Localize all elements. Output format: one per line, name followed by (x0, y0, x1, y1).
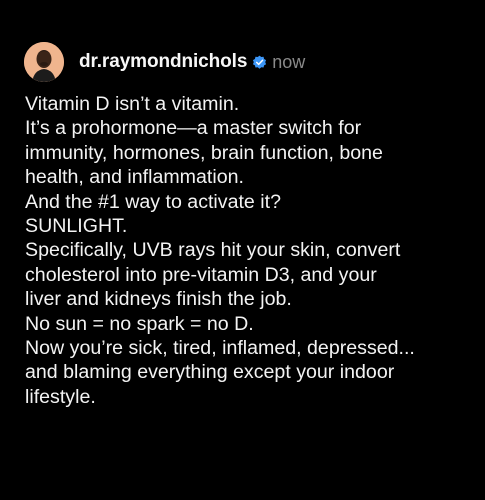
post-header: dr.raymondnichols now (24, 42, 305, 82)
avatar-image (24, 42, 64, 82)
post-card: dr.raymondnichols now Vitamin D isn’t a … (0, 0, 485, 500)
post-body: Vitamin D isn’t a vitamin. It’s a prohor… (25, 92, 470, 409)
post-line: Now you’re sick, tired, inflamed, depres… (25, 337, 415, 360)
post-line: And the #1 way to activate it? (25, 190, 281, 213)
timestamp: now (272, 51, 306, 72)
post-line: No sun = no spark = no D. (25, 312, 254, 335)
post-line: liver and kidneys finish the job. (25, 288, 292, 311)
post-line: Specifically, UVB rays hit your skin, co… (25, 239, 401, 262)
post-line: health, and inflammation. (25, 166, 244, 189)
post-line: Vitamin D isn’t a vitamin. (25, 93, 240, 115)
username[interactable]: dr.raymondnichols (79, 51, 247, 73)
verified-badge-icon (252, 55, 267, 70)
post-line: and blaming everything except your indoo… (25, 361, 395, 384)
post-line: immunity, hormones, brain function, bone (25, 141, 383, 164)
post-line: cholesterol into pre-vitamin D3, and you… (25, 263, 377, 286)
post-line: It’s a prohormone—a master switch for (25, 117, 362, 140)
post-line: lifestyle. (25, 385, 96, 408)
post-line: SUNLIGHT. (25, 215, 128, 238)
avatar[interactable] (24, 42, 64, 82)
